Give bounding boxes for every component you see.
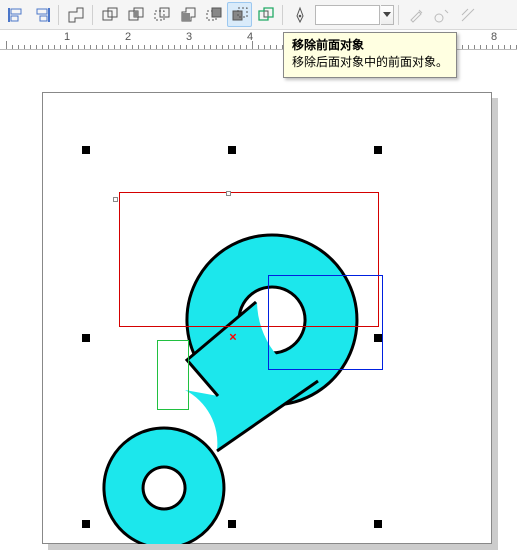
sel-handle-s[interactable] (228, 520, 236, 528)
sel-handle-nw[interactable] (82, 146, 90, 154)
ruler-label: 1 (64, 31, 70, 43)
toolbar-sep-3 (282, 5, 283, 25)
back-minus-front-button[interactable] (201, 2, 226, 27)
align-right-button[interactable] (29, 2, 54, 27)
tooltip-title: 移除前面对象 (292, 37, 448, 54)
align-left-button[interactable] (3, 2, 28, 27)
intersect-button[interactable] (123, 2, 148, 27)
sel-handle-sw[interactable] (82, 520, 90, 528)
shaping-toolbar (0, 0, 517, 30)
sel-handle-ne[interactable] (374, 146, 382, 154)
simplify-button[interactable] (149, 2, 174, 27)
sel-handle-w[interactable] (82, 334, 90, 342)
eyedropper-button (403, 2, 428, 27)
toolbar-sep-1 (58, 5, 59, 25)
canvas-area[interactable]: ✕ (0, 50, 517, 559)
boundary-button[interactable] (253, 2, 278, 27)
fill-color-swatch[interactable] (315, 5, 380, 25)
toolbar-sep-4 (398, 5, 399, 25)
ruler-label: 3 (186, 31, 192, 43)
tooltip: 移除前面对象 移除后面对象中的前面对象。 (283, 32, 457, 78)
trim-button[interactable] (97, 2, 122, 27)
pen-tool-button[interactable] (287, 2, 312, 27)
blue-rect[interactable] (268, 275, 383, 370)
ruler-label: 8 (491, 31, 497, 43)
sel-handle-se[interactable] (374, 520, 382, 528)
remove-front-button[interactable] (227, 2, 252, 27)
clone-button (455, 2, 480, 27)
front-minus-back-button[interactable] (175, 2, 200, 27)
fill-color-dropdown[interactable] (381, 5, 394, 25)
node-marker[interactable] (226, 191, 231, 196)
ruler-label: 2 (125, 31, 131, 43)
attributes-eyedropper-button (429, 2, 454, 27)
green-rect[interactable] (157, 340, 189, 410)
sel-handle-n[interactable] (228, 146, 236, 154)
toolbar-sep-2 (92, 5, 93, 25)
sel-handle-e[interactable] (374, 334, 382, 342)
weld-button[interactable] (63, 2, 88, 27)
node-marker[interactable] (113, 197, 118, 202)
tooltip-desc: 移除后面对象中的前面对象。 (292, 54, 448, 71)
